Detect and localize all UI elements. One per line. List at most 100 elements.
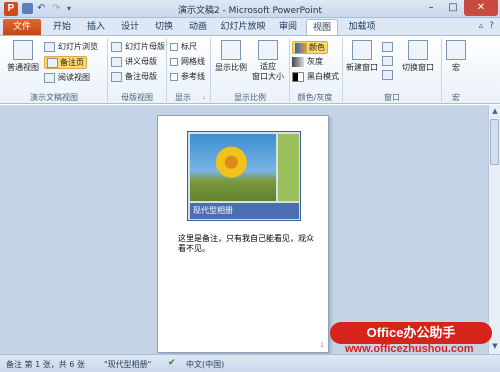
tab-insert[interactable]: 插入: [82, 19, 110, 35]
tab-file[interactable]: 文件: [3, 19, 41, 35]
ribbon-tabs: 文件 开始 插入 设计 切换 动画 幻灯片放映 审阅 视图 加载项 ▵ ?: [0, 18, 500, 35]
gridlines-checkbox[interactable]: 网格线: [170, 56, 205, 67]
grayscale-swatch-icon: [292, 56, 304, 67]
checkbox-icon: [170, 72, 178, 81]
zoom-button[interactable]: 显示比例: [214, 40, 248, 73]
black-white-button[interactable]: 黑白模式: [292, 71, 339, 82]
fit-to-window-button[interactable]: 适应 窗口大小: [250, 40, 286, 82]
slide-master-icon: [111, 41, 122, 52]
notes-page-workspace[interactable]: 现代型相册 这里是备注，只有我自己能看见，观众看不见。 1 ▲ ▼: [0, 105, 500, 354]
color-selected: 颜色: [292, 41, 328, 54]
status-bar: 备注 第 1 张，共 6 张 "现代型相册" ✔ 中文(中国): [0, 354, 500, 372]
handout-master-label: 讲义母版: [125, 57, 157, 66]
notes-master-icon: [111, 71, 122, 82]
reading-view-button[interactable]: 阅读视图: [44, 72, 90, 83]
ruler-checkbox[interactable]: 标尺: [170, 41, 197, 52]
cascade-icon[interactable]: [382, 56, 393, 66]
notes-page-label: 备注页: [60, 58, 84, 67]
scroll-down-icon[interactable]: ▼: [490, 342, 500, 352]
tab-home[interactable]: 开始: [48, 19, 76, 35]
tab-review[interactable]: 审阅: [274, 19, 302, 35]
group-separator: [342, 38, 343, 102]
group-label-zoom: 显示比例: [234, 93, 266, 102]
slide-sorter-icon: [44, 41, 55, 52]
notes-page-button[interactable]: 备注页: [44, 56, 87, 69]
guides-checkbox[interactable]: 参考线: [170, 71, 205, 82]
tab-view[interactable]: 视图: [306, 19, 338, 35]
vertical-scrollbar[interactable]: ▲ ▼: [488, 105, 500, 354]
switch-windows-label: 切换窗口: [402, 63, 434, 72]
proofing-check-icon[interactable]: ✔: [168, 358, 176, 368]
slide-sorter-label: 幻灯片浏览: [58, 42, 98, 51]
window-controls: – □ ✕: [420, 0, 498, 16]
grayscale-label: 灰度: [307, 57, 323, 66]
language[interactable]: 中文(中国): [186, 359, 224, 370]
title-bar: P ↶ ↷ ▾ 演示文稿2 - Microsoft PowerPoint – □…: [0, 0, 500, 18]
switch-windows-button[interactable]: 切换窗口: [398, 40, 438, 73]
close-button[interactable]: ✕: [464, 0, 498, 16]
sunflower-photo: [190, 134, 276, 201]
notes-page-selected: 备注页: [44, 56, 87, 69]
scroll-thumb[interactable]: [490, 119, 499, 165]
black-white-swatch-icon: [292, 71, 304, 82]
watermark-logo: Office办公助手: [330, 322, 492, 344]
color-label: 颜色: [309, 43, 325, 52]
maximize-button[interactable]: □: [442, 0, 464, 16]
group-label-macros: 宏: [452, 93, 460, 102]
collapse-ribbon-icon[interactable]: ▵: [479, 21, 484, 31]
black-white-label: 黑白模式: [307, 72, 339, 81]
notes-text[interactable]: 这里是备注，只有我自己能看见，观众看不见。: [178, 234, 318, 254]
new-window-button[interactable]: 新建窗口: [345, 40, 379, 73]
group-label-presentation-views: 演示文稿视图: [30, 93, 78, 102]
ribbon-right-icons: ▵ ?: [479, 21, 494, 31]
new-window-label: 新建窗口: [346, 63, 378, 72]
macros-button[interactable]: 宏: [444, 40, 468, 73]
slide-sorter-button[interactable]: 幻灯片浏览: [44, 41, 98, 52]
reading-view-icon: [44, 72, 55, 83]
slide-master-label: 幻灯片母版: [125, 42, 165, 51]
group-separator: [107, 38, 108, 102]
macros-label: 宏: [452, 63, 460, 72]
checkbox-icon: [170, 42, 178, 51]
fit-to-window-icon: [258, 40, 278, 60]
arrange-window-buttons: [382, 42, 393, 80]
tab-animations[interactable]: 动画: [184, 19, 212, 35]
scroll-up-icon[interactable]: ▲: [490, 107, 500, 117]
notes-master-button[interactable]: 备注母版: [111, 71, 157, 82]
macros-icon: [446, 40, 466, 60]
help-icon[interactable]: ?: [489, 21, 494, 31]
show-dialog-launcher-icon[interactable]: ⌟: [202, 93, 209, 100]
grayscale-button[interactable]: 灰度: [292, 56, 323, 67]
group-separator: [166, 38, 167, 102]
group-label-master-views: 母版视图: [121, 93, 153, 102]
normal-view-label: 普通视图: [7, 63, 39, 72]
new-window-icon: [352, 40, 372, 60]
fit-window-label-1: 适应: [260, 62, 276, 71]
tab-slideshow[interactable]: 幻灯片放映: [218, 19, 268, 35]
minimize-button[interactable]: –: [420, 0, 442, 16]
color-button[interactable]: 颜色: [292, 41, 328, 54]
normal-view-icon: [13, 40, 33, 60]
notes-master-label: 备注母版: [125, 72, 157, 81]
notes-page-icon: [47, 57, 58, 68]
slide-thumbnail[interactable]: 现代型相册: [187, 131, 301, 221]
notes-page[interactable]: 现代型相册 这里是备注，只有我自己能看见，观众看不见。 1: [157, 115, 329, 353]
move-split-icon[interactable]: [382, 70, 393, 80]
handout-master-button[interactable]: 讲义母版: [111, 56, 157, 67]
theme-name[interactable]: "现代型相册": [104, 359, 151, 370]
handout-master-icon: [111, 56, 122, 67]
switch-windows-icon: [408, 40, 428, 60]
normal-view-button[interactable]: 普通视图: [6, 40, 40, 73]
gridlines-label: 网格线: [181, 57, 205, 66]
checkbox-icon: [170, 57, 178, 66]
tab-addins[interactable]: 加载项: [343, 19, 381, 35]
arrange-all-icon[interactable]: [382, 42, 393, 52]
group-separator: [210, 38, 211, 102]
tab-transitions[interactable]: 切换: [150, 19, 178, 35]
slide-master-button[interactable]: 幻灯片母版: [111, 41, 165, 52]
tab-design[interactable]: 设计: [116, 19, 144, 35]
slide-title-bar: 现代型相册: [190, 203, 299, 219]
group-label-show: 显示: [175, 93, 191, 102]
color-swatch-icon: [295, 42, 307, 53]
page-number: 1: [320, 342, 324, 349]
